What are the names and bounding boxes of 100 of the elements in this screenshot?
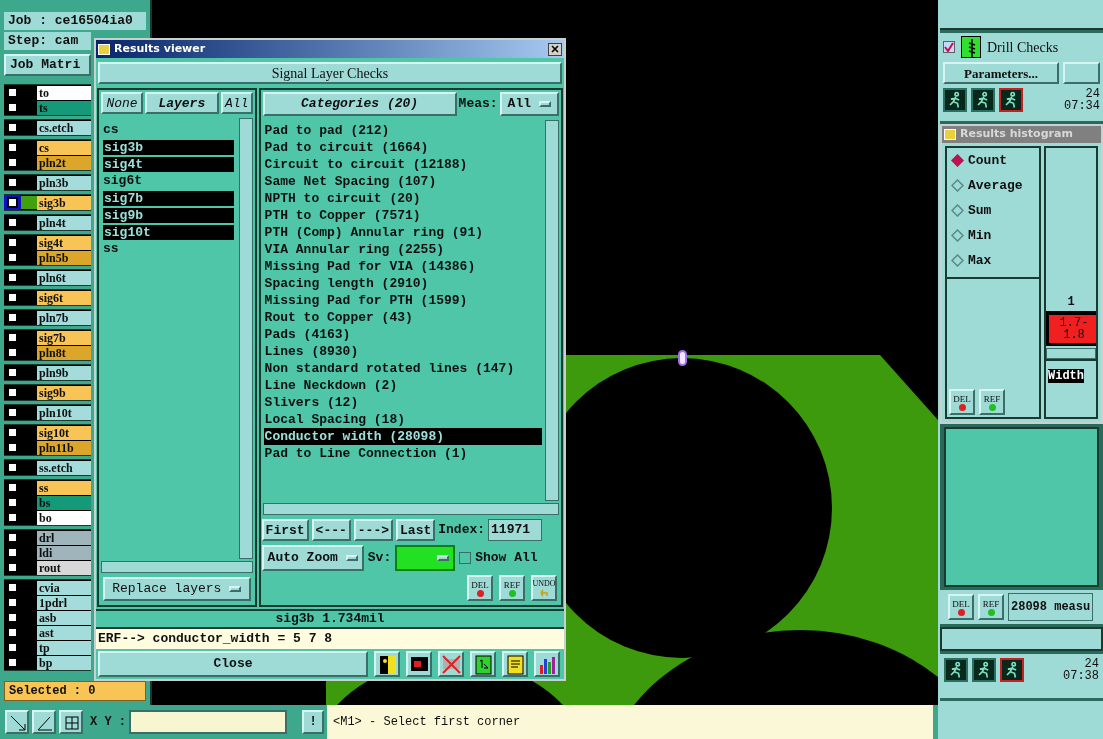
layer-name[interactable]: pln2t — [37, 155, 91, 170]
layer-checkbox[interactable] — [7, 272, 18, 283]
index-field[interactable]: 11971 — [488, 519, 543, 541]
navigation-button[interactable]: Last — [396, 519, 436, 541]
category-list-item[interactable]: Circuit to circuit (12188) — [263, 156, 542, 173]
layer-checkbox[interactable] — [7, 387, 18, 398]
layer-name[interactable]: pln9b — [37, 365, 91, 380]
layer-checkbox[interactable] — [7, 482, 18, 493]
severity-dropdown[interactable] — [395, 545, 456, 571]
layer-list-item[interactable]: ss — [102, 241, 235, 258]
layers-button[interactable]: Layers — [145, 92, 219, 114]
layer-name[interactable]: sig7b — [37, 330, 91, 345]
layer-name[interactable]: to — [37, 85, 91, 100]
category-list-item[interactable]: Pad to circuit (1664) — [263, 139, 542, 156]
layer-name[interactable]: ast — [37, 625, 91, 640]
layer-checkbox[interactable] — [7, 612, 18, 623]
tool-button[interactable]: REF — [979, 389, 1005, 415]
figure-icon[interactable] — [374, 651, 400, 677]
layer-name[interactable]: sig3b — [37, 195, 91, 210]
layer-checkbox[interactable] — [7, 157, 18, 168]
layer-list-item[interactable]: sig4t — [102, 156, 235, 173]
layer-checkbox[interactable] — [7, 252, 18, 263]
all-button[interactable]: All — [220, 92, 253, 114]
layer-name[interactable]: pln4t — [37, 215, 91, 230]
category-list-item[interactable]: Lines (8930) — [263, 343, 542, 360]
layer-name[interactable]: ss.etch — [37, 460, 91, 475]
layer-checkbox[interactable] — [7, 122, 18, 133]
horizontal-scrollbar[interactable] — [101, 561, 253, 573]
layer-checkbox[interactable] — [7, 347, 18, 358]
running-figure-icon[interactable] — [944, 658, 968, 682]
layer-checkbox[interactable] — [7, 427, 18, 438]
bar-chart-icon[interactable] — [534, 651, 560, 677]
layer-checkbox[interactable] — [7, 407, 18, 418]
navigation-button[interactable]: <--- — [311, 519, 351, 541]
layer-name[interactable]: sig4t — [37, 235, 91, 250]
layer-checkbox[interactable] — [7, 597, 18, 608]
layer-name[interactable]: 1pdrl — [37, 595, 91, 610]
xy-input-field[interactable] — [129, 710, 287, 734]
layer-name[interactable]: cvia — [37, 580, 91, 595]
layer-name[interactable]: sig6t — [37, 290, 91, 305]
category-list-item[interactable]: Pad to pad (212) — [263, 122, 542, 139]
close-window-button[interactable]: Close — [98, 651, 368, 677]
histogram-bar[interactable]: 1.7-1.8 — [1048, 314, 1096, 344]
job-matrix-button[interactable]: Job Matri — [4, 54, 91, 76]
layer-checkbox[interactable] — [7, 512, 18, 523]
mode-radio[interactable] — [951, 254, 964, 267]
tool-button[interactable]: DEL — [949, 389, 975, 415]
layer-list-item[interactable]: sig3b — [102, 139, 235, 156]
layer-list-item[interactable]: sig6t — [102, 173, 235, 190]
vertical-scrollbar[interactable] — [238, 118, 253, 559]
layer-name[interactable]: sig10t — [37, 425, 91, 440]
layer-checkbox[interactable] — [7, 657, 18, 668]
layer-name[interactable]: rout — [37, 560, 91, 575]
layer-name[interactable]: ts — [37, 100, 91, 115]
layer-checkbox[interactable] — [7, 312, 18, 323]
layer-checkbox[interactable] — [7, 582, 18, 593]
layer-checkbox[interactable] — [7, 237, 18, 248]
layer-name[interactable]: tp — [37, 640, 91, 655]
category-list-item[interactable]: Slivers (12) — [263, 394, 542, 411]
layer-checkbox[interactable] — [7, 102, 18, 113]
parameters-button[interactable]: Parameters... — [943, 62, 1059, 84]
angle-icon[interactable] — [32, 710, 56, 734]
layer-name[interactable]: pln11b — [37, 440, 91, 455]
category-list-item[interactable]: Spacing length (2910) — [263, 275, 542, 292]
layer-name[interactable]: pln7b — [37, 310, 91, 325]
layer-name[interactable]: pln6t — [37, 270, 91, 285]
tool-button[interactable]: DEL — [948, 594, 974, 620]
layer-name[interactable]: bp — [37, 655, 91, 670]
layer-list-item[interactable]: sig7b — [102, 190, 235, 207]
mode-radio[interactable] — [951, 204, 964, 217]
layer-name[interactable]: pln8t — [37, 345, 91, 360]
drill-checks-checkbox[interactable] — [943, 41, 955, 53]
layer-checkbox[interactable] — [7, 332, 18, 343]
layer-checkbox[interactable] — [7, 197, 18, 208]
replace-layers-dropdown[interactable]: Replace layers — [103, 577, 251, 601]
category-list-item[interactable]: Missing Pad for PTH (1599) — [263, 292, 542, 309]
category-list-item[interactable]: Local Spacing (18) — [263, 411, 542, 428]
layer-name[interactable]: bo — [37, 510, 91, 525]
grid-icon[interactable] — [59, 710, 83, 734]
running-figure-icon[interactable] — [972, 658, 996, 682]
category-list-item[interactable]: PTH (Comp) Annular ring (91) — [263, 224, 542, 241]
horizontal-scrollbar[interactable] — [262, 503, 559, 515]
meas-dropdown[interactable]: All — [499, 92, 559, 116]
layer-checkbox[interactable] — [7, 462, 18, 473]
layer-checkbox[interactable] — [7, 547, 18, 558]
mode-radio[interactable] — [951, 154, 964, 167]
layer-name[interactable]: ss — [37, 480, 91, 495]
layer-checkbox[interactable] — [7, 627, 18, 638]
layer-checkbox[interactable] — [7, 497, 18, 508]
undo-button[interactable]: UNDO — [531, 575, 557, 601]
tool-button[interactable]: REF — [978, 594, 1004, 620]
layer-name[interactable]: asb — [37, 610, 91, 625]
category-list-item[interactable]: Same Net Spacing (107) — [263, 173, 542, 190]
category-list-item[interactable]: Rout to Copper (43) — [263, 309, 542, 326]
layer-list-item[interactable]: cs — [102, 122, 235, 139]
layer-checkbox[interactable] — [7, 532, 18, 543]
layer-checkbox[interactable] — [7, 562, 18, 573]
tool-button[interactable]: REF — [499, 575, 525, 601]
alert-button[interactable]: ! — [302, 710, 324, 734]
layer-name[interactable]: ldi — [37, 545, 91, 560]
